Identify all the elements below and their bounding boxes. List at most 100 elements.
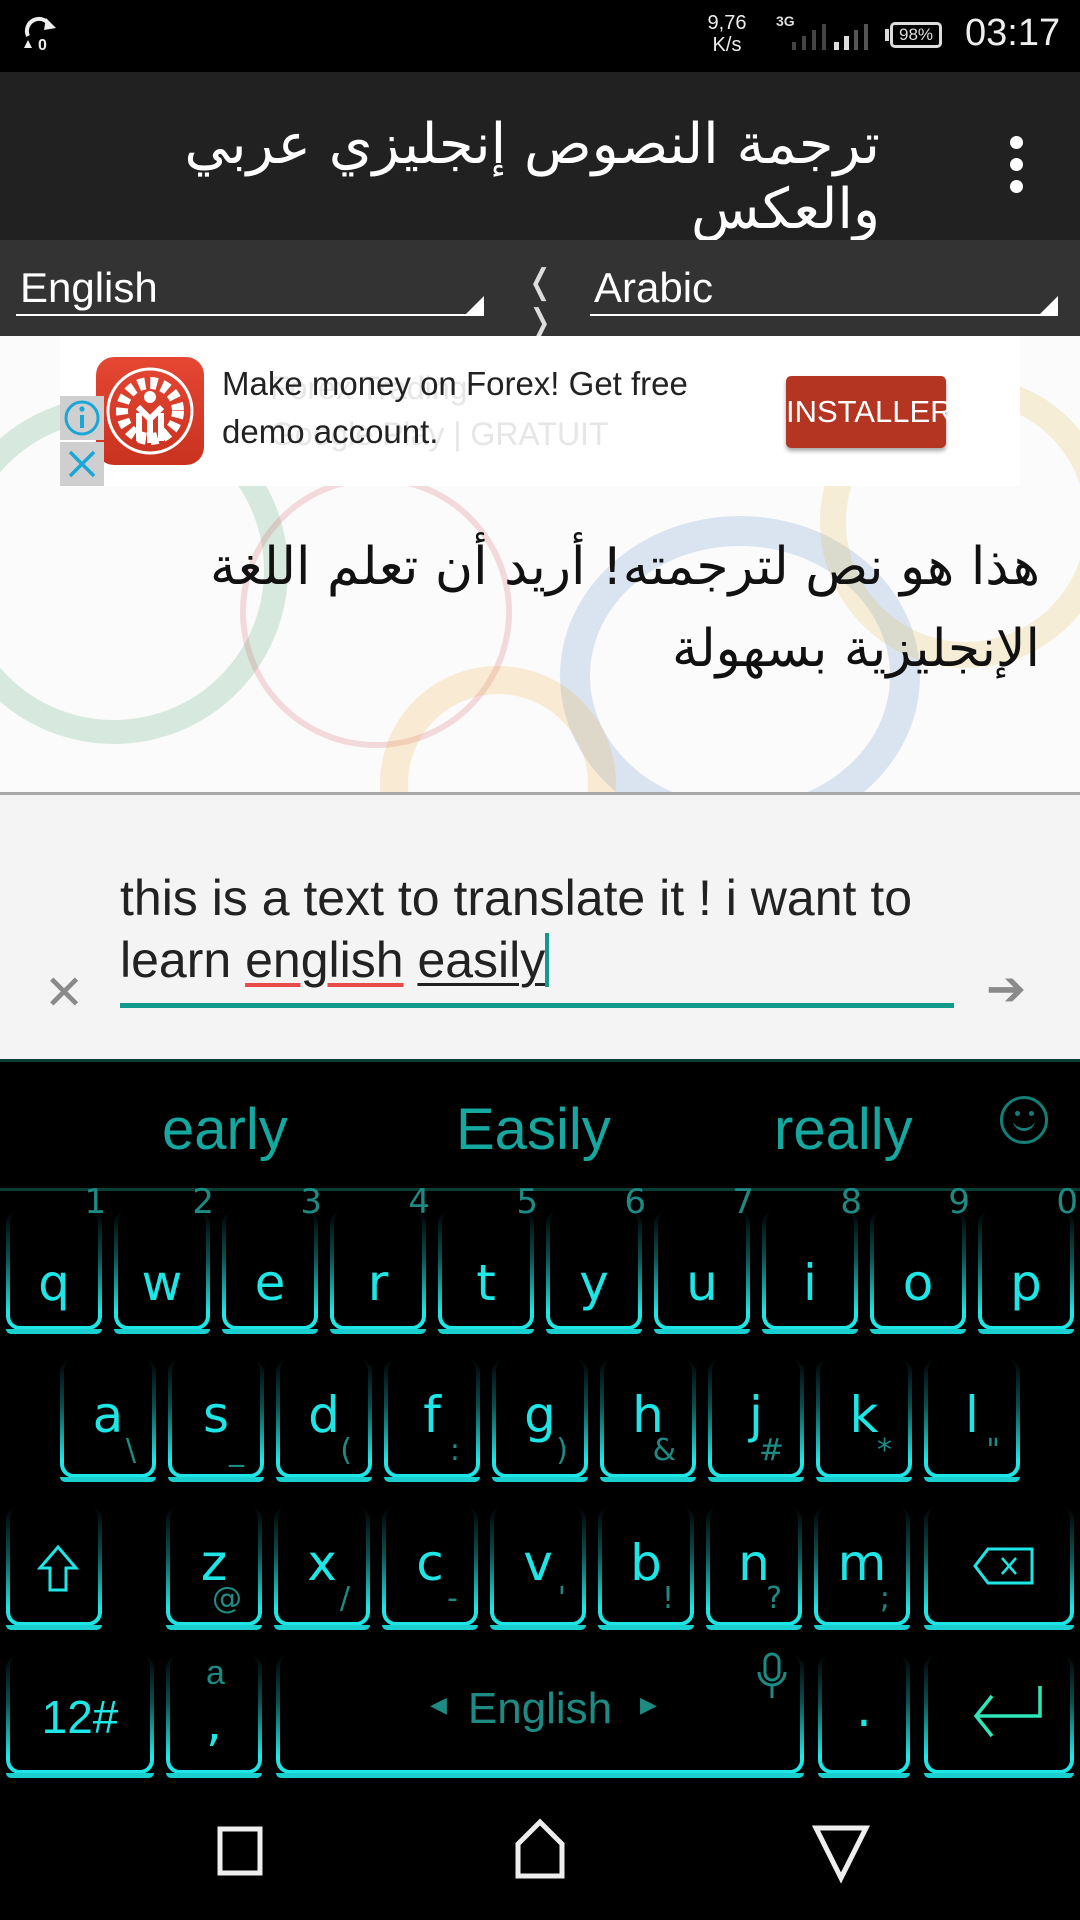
key-a[interactable]: a \ xyxy=(60,1358,156,1482)
key-z[interactable]: z @ xyxy=(166,1506,262,1630)
key-symbol-hint: : xyxy=(449,1433,460,1468)
key-number-hint: 6 xyxy=(624,1182,646,1222)
recents-icon[interactable] xyxy=(205,1816,275,1886)
key-symbol-hint: ! xyxy=(661,1581,674,1616)
key-symbol-hint: - xyxy=(447,1581,458,1616)
key-v[interactable]: v ' xyxy=(490,1506,586,1630)
key-g[interactable]: g) xyxy=(492,1358,588,1482)
key-symbol-hint: ? xyxy=(766,1581,782,1616)
battery-icon: 98% xyxy=(890,22,942,48)
status-bar: 0 9,76 K/s 3G 98% 03:17 xyxy=(0,0,1080,72)
more-vert-icon[interactable] xyxy=(996,130,1036,200)
suggestion-item[interactable]: really xyxy=(774,1096,913,1163)
key-k[interactable]: k * xyxy=(816,1358,912,1482)
ad-app-icon xyxy=(96,357,204,465)
suggestion-item[interactable]: Easily xyxy=(456,1096,611,1163)
key-n[interactable]: n? xyxy=(706,1506,802,1630)
key-c[interactable]: c- xyxy=(382,1506,478,1630)
key-symbol-hint: @ xyxy=(212,1581,242,1616)
key-symbol-hint: " xyxy=(986,1433,1000,1468)
clear-icon[interactable]: ✕ xyxy=(44,965,84,1021)
key-symbol-hint: \ xyxy=(125,1433,136,1468)
home-icon[interactable] xyxy=(505,1816,575,1886)
sync-icon: 0 xyxy=(24,16,56,54)
source-language-select[interactable]: English xyxy=(16,258,484,316)
key-e[interactable]: e3 xyxy=(222,1182,322,1334)
key-u[interactable]: u7 xyxy=(654,1182,754,1334)
ad-banner[interactable]: Forex Trading Google Play | GRATUIT Make… xyxy=(60,336,1020,486)
app-title: ترجمة النصوص إنجليزي عربي والعكس xyxy=(184,112,880,242)
source-text-input[interactable]: this is a text to translate it ! i want … xyxy=(120,867,960,991)
ad-headline: Make money on Forex! Get free demo accou… xyxy=(222,365,688,450)
key-b[interactable]: b! xyxy=(598,1506,694,1630)
key-number-hint: 8 xyxy=(840,1182,862,1222)
dropdown-triangle-icon xyxy=(1040,296,1058,314)
enter-key[interactable] xyxy=(924,1654,1074,1778)
key-p[interactable]: p0 xyxy=(978,1182,1078,1334)
app-bar: ترجمة النصوص إنجليزي عربي والعكس xyxy=(0,72,1080,242)
key-symbol-hint: & xyxy=(652,1433,676,1468)
key-f[interactable]: f: xyxy=(384,1358,480,1482)
clock: 03:17 xyxy=(965,12,1061,54)
shift-key[interactable] xyxy=(6,1506,102,1630)
space-right-arrow-icon: ▶ xyxy=(640,1692,657,1717)
dropdown-triangle-icon xyxy=(466,296,484,314)
comma-alt-label: a xyxy=(206,1654,225,1692)
key-t[interactable]: t5 xyxy=(438,1182,538,1334)
backspace-icon xyxy=(973,1547,1034,1585)
close-icon[interactable] xyxy=(60,442,104,486)
key-o[interactable]: o9 xyxy=(870,1182,970,1334)
key-j[interactable]: j # xyxy=(708,1358,804,1482)
key-symbol-hint: ( xyxy=(340,1433,352,1468)
misspelled-word: english xyxy=(245,932,404,988)
back-icon[interactable] xyxy=(806,1816,876,1886)
key-symbol-hint: ' xyxy=(557,1581,566,1616)
key-symbol-hint: ) xyxy=(556,1433,568,1468)
input-underline xyxy=(120,1003,954,1008)
input-area: ✕ this is a text to translate it ! i wan… xyxy=(0,795,1080,1059)
navigation-bar xyxy=(0,1780,1080,1920)
keyboard: early Easily really q1w2e3r4t5y6u7i8o9p0… xyxy=(0,1059,1080,1783)
backspace-key[interactable] xyxy=(924,1506,1074,1630)
key-h[interactable]: h & xyxy=(600,1358,696,1482)
key-q[interactable]: q1 xyxy=(6,1182,106,1334)
space-key[interactable]: ◀ English ▶ xyxy=(276,1652,804,1778)
period-key[interactable]: . xyxy=(818,1654,910,1778)
suggestion-strip: early Easily really xyxy=(0,1062,1080,1191)
battery-nub xyxy=(885,29,889,41)
key-r[interactable]: r4 xyxy=(330,1182,430,1334)
ad-install-button[interactable]: INSTALLER xyxy=(786,376,953,448)
key-s[interactable]: s _ xyxy=(168,1358,264,1482)
key-number-hint: 2 xyxy=(192,1182,214,1222)
key-m[interactable]: m; xyxy=(814,1506,910,1630)
key-w[interactable]: w2 xyxy=(114,1182,214,1334)
suggestion-item[interactable]: early xyxy=(162,1096,288,1163)
shift-icon xyxy=(36,1544,80,1592)
key-l[interactable]: l " xyxy=(924,1358,1020,1482)
enter-icon xyxy=(973,1686,1042,1738)
svg-text:0: 0 xyxy=(38,37,47,54)
key-symbol-hint: ; xyxy=(879,1581,890,1616)
key-number-hint: 5 xyxy=(516,1182,538,1222)
key-i[interactable]: i8 xyxy=(762,1182,862,1334)
arrow-right-icon[interactable]: ➔ xyxy=(986,961,1026,1017)
key-y[interactable]: y6 xyxy=(546,1182,646,1334)
translation-output-area: Forex Trading Google Play | GRATUIT Make… xyxy=(0,336,1080,794)
key-symbol-hint: * xyxy=(877,1433,892,1468)
symbols-key[interactable]: 12# xyxy=(6,1654,154,1778)
key-x[interactable]: x / xyxy=(274,1506,370,1630)
key-number-hint: 3 xyxy=(300,1182,322,1222)
key-d[interactable]: d( xyxy=(276,1358,372,1482)
smiley-icon[interactable] xyxy=(1000,1096,1048,1144)
space-language-label: English xyxy=(467,1684,613,1733)
key-symbol-hint: # xyxy=(758,1433,784,1468)
signal-sim1-icon xyxy=(792,24,826,50)
comma-key[interactable]: a , xyxy=(166,1654,262,1778)
translated-text: هذا هو نص لترجمته! أريد أن تعلم اللغة ال… xyxy=(210,537,1040,679)
target-language-select[interactable]: Arabic xyxy=(590,258,1058,316)
swap-arrows-icon[interactable]: ❬ ❭ xyxy=(510,262,570,341)
mic-icon[interactable] xyxy=(756,1650,788,1702)
signal-sim2-icon xyxy=(834,24,868,50)
info-icon[interactable] xyxy=(60,396,104,440)
key-number-hint: 7 xyxy=(732,1182,754,1222)
